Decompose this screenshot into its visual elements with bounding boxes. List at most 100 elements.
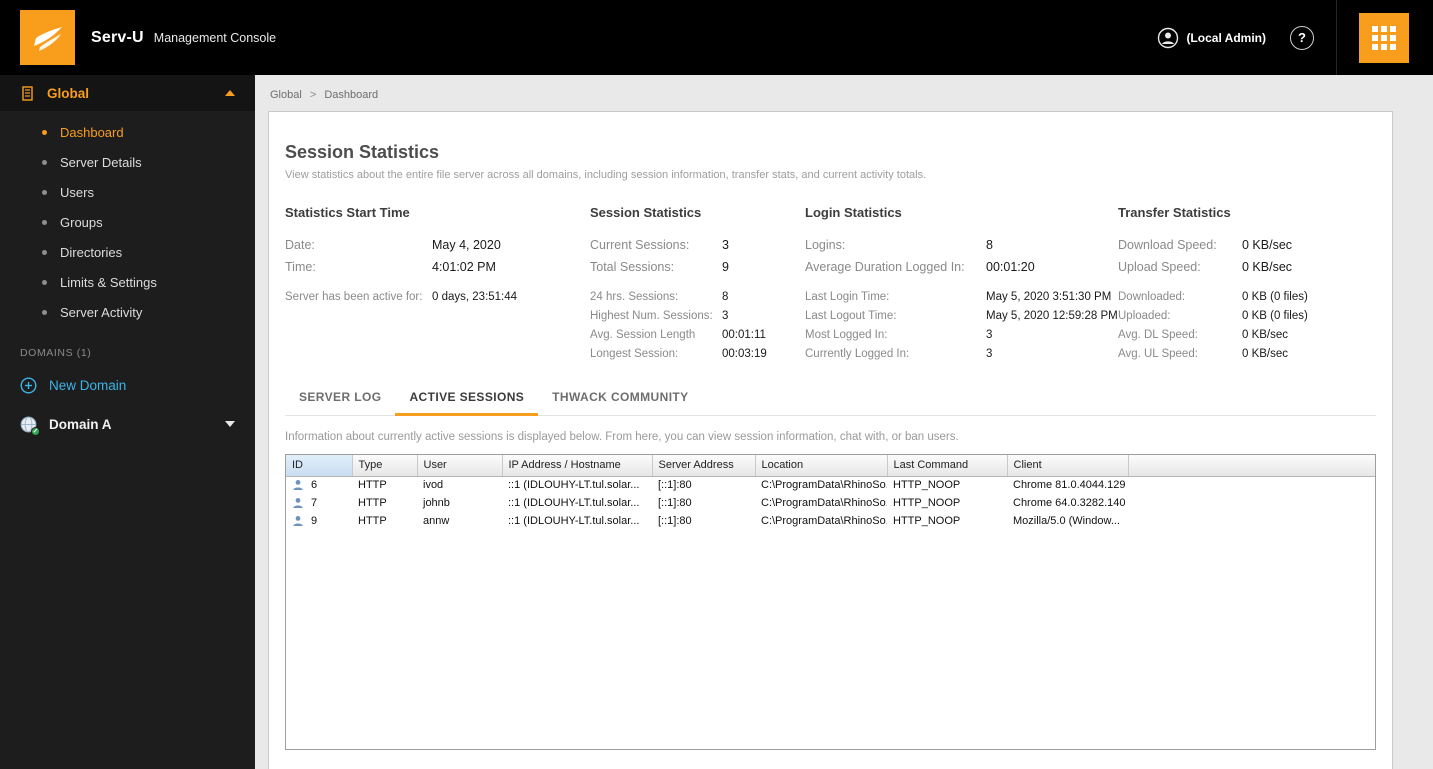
sidebar-item-domain-a[interactable]: ✓ Domain A (0, 407, 255, 441)
stat-row: Date: May 4, 2020 (285, 234, 590, 256)
column-header-user[interactable]: User (417, 455, 503, 477)
stat-row: 24 hrs. Sessions: 8 (590, 288, 805, 307)
chevron-up-icon (225, 90, 235, 96)
stat-value: 00:01:11 (722, 329, 766, 341)
cell-id: 7 (311, 497, 318, 509)
table-row[interactable]: 7 HTTP johnb ::1 (IDLOUHY-LT.tul.solar..… (286, 494, 1375, 512)
bullet-icon (42, 279, 47, 285)
stats-column-login: Login Statistics Logins: 8 Average Durat… (805, 205, 1118, 364)
user-icon (1158, 27, 1179, 48)
tab-active-sessions[interactable]: ACTIVE SESSIONS (395, 390, 539, 416)
stat-label: Upload Speed: (1118, 260, 1201, 274)
cell-last-command: HTTP_NOOP (893, 479, 961, 492)
stat-row: Time: 4:01:02 PM (285, 256, 590, 278)
breadcrumb-current: Dashboard (324, 89, 379, 101)
column-header-ip[interactable]: IP Address / Hostname (502, 455, 653, 477)
cell-user: johnb (423, 497, 450, 509)
new-domain-button[interactable]: New Domain (0, 369, 255, 401)
sidebar-item-users[interactable]: Users (0, 177, 255, 207)
column-header-type[interactable]: Type (352, 455, 418, 477)
stat-label: Longest Session: (590, 348, 679, 360)
solarwinds-swirl-icon (33, 26, 62, 51)
breadcrumb-separator: > (309, 89, 317, 101)
main-content: Global > Dashboard Session Statistics Vi… (255, 75, 1433, 769)
sidebar-item-server-activity[interactable]: Server Activity (0, 297, 255, 327)
stat-label: Currently Logged In: (805, 348, 910, 360)
column-header-client[interactable]: Client (1007, 455, 1129, 477)
tab-thwack-community[interactable]: THWACK COMMUNITY (538, 390, 702, 416)
cell-type: HTTP (358, 497, 387, 509)
sidebar-nav: Dashboard Server Details Users Groups Di… (0, 111, 255, 331)
sidebar-item-label: Server Details (60, 154, 142, 170)
stats-column-title: Statistics Start Time (285, 205, 410, 220)
stat-label: Highest Num. Sessions: (590, 310, 713, 322)
cell-location: C:\ProgramData\RhinoSo... (761, 515, 887, 527)
sidebar-item-limits-settings[interactable]: Limits & Settings (0, 267, 255, 297)
bullet-icon (42, 249, 47, 255)
stat-row: Avg. Session Length 00:01:11 (590, 326, 805, 345)
cell-id: 6 (311, 479, 318, 492)
table-row[interactable]: 9 HTTP annw ::1 (IDLOUHY-LT.tul.solar...… (286, 512, 1375, 530)
bullet-icon (42, 189, 47, 195)
organization-icon (20, 85, 35, 101)
stat-row: Current Sessions: 3 (590, 234, 805, 256)
stat-value: 00:01:20 (986, 260, 1035, 274)
cell-user: annw (423, 515, 450, 527)
stat-label: Time: (285, 260, 316, 274)
bullet-icon (42, 309, 47, 315)
stat-value: 8 (986, 238, 993, 252)
apps-grid-button[interactable] (1359, 12, 1409, 63)
cell-type: HTTP (358, 515, 387, 527)
tab-server-log[interactable]: SERVER LOG (285, 390, 395, 416)
stat-value: 0 KB/sec (1242, 329, 1289, 341)
account-menu-button[interactable]: (Local Admin) (1157, 27, 1266, 49)
stat-row: Server has been active for: 0 days, 23:5… (285, 288, 590, 307)
brand-name: Serv-U (91, 28, 144, 46)
stat-row: Most Logged In: 3 (805, 326, 1118, 345)
stat-label: Last Logout Time: (805, 310, 897, 322)
new-domain-label: New Domain (49, 377, 127, 393)
bullet-icon (42, 159, 47, 165)
help-button[interactable]: ? (1290, 25, 1314, 50)
breadcrumb-global[interactable]: Global (270, 89, 302, 101)
cell-last-command: HTTP_NOOP (893, 515, 961, 527)
breadcrumb: Global > Dashboard (255, 75, 1433, 111)
column-header-last-command[interactable]: Last Command (887, 455, 1008, 477)
column-header-server-address[interactable]: Server Address (652, 455, 756, 477)
brand: Serv-U Management Console (91, 29, 276, 47)
stat-value: May 4, 2020 (432, 238, 501, 252)
column-header-location[interactable]: Location (755, 455, 888, 477)
stat-row: Avg. UL Speed: 0 KB/sec (1118, 345, 1376, 364)
sidebar-item-global[interactable]: Global (0, 75, 255, 111)
stat-row: Avg. DL Speed: 0 KB/sec (1118, 326, 1376, 345)
domain-label: Domain A (49, 416, 112, 432)
stat-label: Average Duration Logged In: (805, 260, 965, 274)
stat-row: Total Sessions: 9 (590, 256, 805, 278)
stat-value: 0 KB/sec (1242, 260, 1293, 274)
column-header-id[interactable]: ID (286, 455, 353, 477)
stat-row: Download Speed: 0 KB/sec (1118, 234, 1376, 256)
domains-heading: DOMAINS (1) (20, 347, 92, 359)
stat-label: Last Login Time: (805, 291, 890, 303)
stat-row: Last Logout Time: May 5, 2020 12:59:28 P… (805, 307, 1118, 326)
cell-location: C:\ProgramData\RhinoSo... (761, 497, 887, 509)
sidebar-item-dashboard[interactable]: Dashboard (0, 117, 255, 147)
cell-last-command: HTTP_NOOP (893, 497, 961, 509)
sidebar-item-groups[interactable]: Groups (0, 207, 255, 237)
cell-location: C:\ProgramData\RhinoSo... (761, 479, 887, 492)
stats-column-title: Transfer Statistics (1118, 205, 1231, 220)
sidebar-item-label: Users (60, 184, 94, 200)
page-description: View statistics about the entire file se… (285, 169, 927, 181)
stat-value: May 5, 2020 12:59:28 PM (986, 310, 1118, 322)
cell-ip: ::1 (IDLOUHY-LT.tul.solar... (508, 479, 640, 492)
sidebar-item-directories[interactable]: Directories (0, 237, 255, 267)
table-row[interactable]: 6 HTTP ivod ::1 (IDLOUHY-LT.tul.solar...… (286, 476, 1375, 494)
cell-server-address: [::1]:80 (658, 497, 692, 509)
sidebar-item-label: Groups (60, 214, 103, 230)
sidebar-item-server-details[interactable]: Server Details (0, 147, 255, 177)
column-header-filler (1128, 455, 1375, 477)
cell-client: Chrome 64.0.3282.140 (1013, 497, 1126, 509)
brand-subtitle: Management Console (153, 30, 277, 45)
stat-value: May 5, 2020 3:51:30 PM (986, 291, 1112, 303)
solarwinds-logo[interactable] (20, 10, 75, 65)
